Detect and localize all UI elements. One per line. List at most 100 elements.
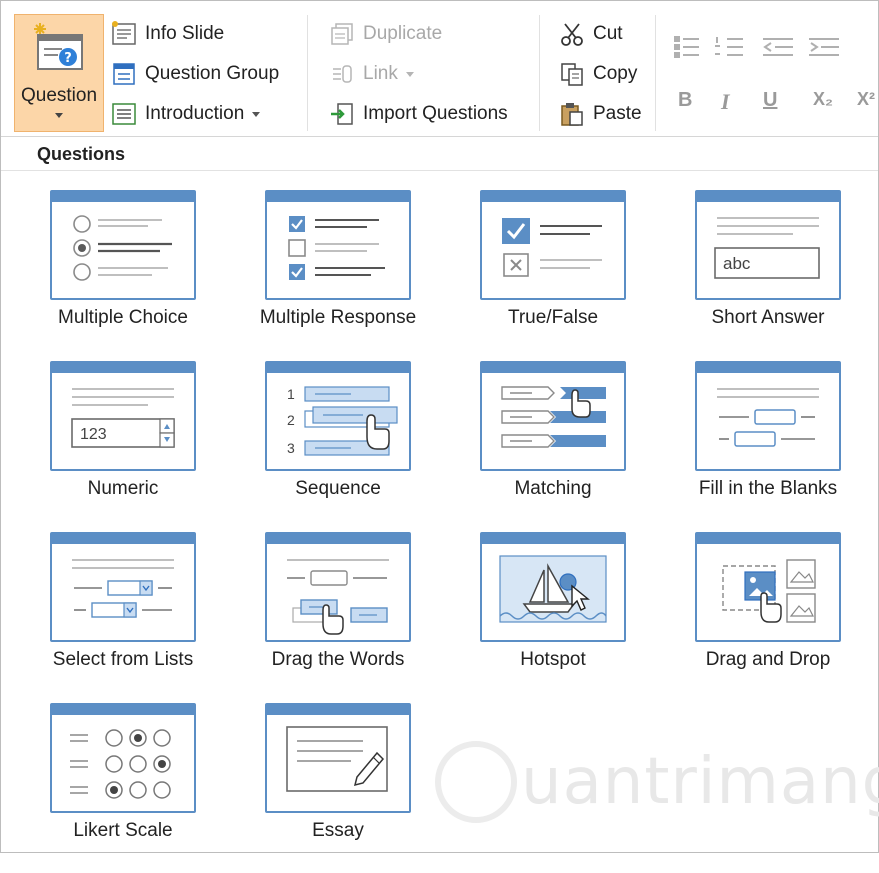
question-type-label: Essay [312, 820, 364, 841]
italic-button[interactable]: I [721, 89, 730, 115]
paste-label: Paste [593, 103, 642, 124]
likert-scale-icon [50, 703, 196, 813]
essay-icon [265, 703, 411, 813]
ribbon-separator [655, 15, 656, 131]
sequence-step: 1 [287, 386, 295, 402]
numeric-icon: 123 [50, 361, 196, 471]
drag-drop-icon [695, 532, 841, 642]
question-type-label: Numeric [87, 478, 159, 499]
question-type-select-from-lists[interactable]: Select from Lists [40, 532, 240, 702]
paste-button[interactable]: Paste [559, 99, 642, 129]
question-type-hotspot[interactable]: Hotspot [470, 532, 670, 702]
superscript-button[interactable]: X² [857, 89, 875, 110]
question-type-label: Likert Scale [73, 820, 173, 841]
ribbon: ? Question Info Slide Question Group Int… [1, 1, 878, 137]
cut-label: Cut [593, 23, 623, 44]
question-type-label: Drag the Words [271, 649, 405, 670]
true-false-icon [480, 190, 626, 300]
paragraph-format-icons [674, 36, 839, 58]
ribbon-separator [539, 15, 540, 131]
question-type-label: Fill in the Blanks [698, 478, 838, 499]
gallery-header: Questions [1, 138, 878, 171]
underline-button[interactable]: U [763, 89, 777, 112]
question-type-label: Sequence [295, 478, 381, 499]
introduction-label: Introduction [145, 103, 245, 124]
increase-indent-icon [809, 38, 839, 56]
multiple-choice-icon [50, 190, 196, 300]
question-group-label: Question Group [145, 63, 280, 84]
question-button-label: Question [20, 85, 98, 106]
hotspot-icon [480, 532, 626, 642]
info-slide-icon [112, 21, 136, 45]
duplicate-label: Duplicate [363, 23, 443, 44]
ribbon-separator [307, 15, 308, 131]
duplicate-icon [331, 23, 353, 45]
drag-words-icon [265, 532, 411, 642]
question-type-label: Multiple Choice [58, 307, 188, 328]
question-type-numeric[interactable]: 123 Numeric [40, 361, 240, 531]
copy-label: Copy [593, 63, 638, 84]
duplicate-button[interactable]: Duplicate [329, 19, 442, 49]
link-icon [333, 65, 352, 83]
question-type-label: Select from Lists [52, 649, 194, 670]
question-button[interactable]: ? Question [14, 14, 104, 132]
short-answer-sample: abc [723, 254, 751, 273]
chevron-down-icon [252, 111, 261, 117]
question-type-label: Drag and Drop [705, 649, 831, 670]
bold-button[interactable]: B [678, 89, 692, 112]
question-slide-icon: ? [34, 23, 83, 70]
cut-button[interactable]: Cut [559, 19, 623, 49]
question-type-sequence[interactable]: 1 2 3 Sequence [255, 361, 455, 531]
watermark: uantrimang [435, 727, 879, 837]
question-type-multiple-choice[interactable]: Multiple Choice [40, 190, 240, 360]
question-type-likert-scale[interactable]: Likert Scale [40, 703, 240, 873]
question-type-label: Matching [514, 478, 592, 499]
info-slide-label: Info Slide [145, 23, 225, 44]
question-group-button[interactable]: Question Group [111, 59, 279, 89]
chevron-down-icon [55, 113, 63, 118]
import-questions-label: Import Questions [363, 103, 508, 124]
svg-text:?: ? [64, 51, 72, 66]
question-type-drag-and-drop[interactable]: Drag and Drop [685, 532, 879, 702]
question-type-drag-the-words[interactable]: Drag the Words [255, 532, 455, 702]
sequence-icon: 1 2 3 [265, 361, 411, 471]
copy-button[interactable]: Copy [559, 59, 637, 89]
numbering-icon [715, 37, 743, 56]
gallery-title: Questions [37, 144, 126, 164]
link-button[interactable]: Link [329, 59, 414, 89]
scissors-icon [561, 23, 583, 46]
sequence-step: 2 [287, 412, 295, 428]
question-type-true-false[interactable]: True/False [470, 190, 670, 360]
question-type-label: Hotspot [520, 649, 586, 670]
question-type-label: True/False [507, 307, 599, 328]
copy-icon [561, 63, 583, 86]
chevron-down-icon [405, 71, 414, 77]
sequence-step: 3 [287, 440, 295, 456]
lightbulb-logo-icon [435, 741, 517, 823]
question-type-fill-in-the-blanks[interactable]: Fill in the Blanks [685, 361, 879, 531]
question-insert-panel: ? Question Info Slide Question Group Int… [0, 0, 879, 853]
question-type-matching[interactable]: Matching [470, 361, 670, 531]
question-type-short-answer[interactable]: abc Short Answer [685, 190, 879, 360]
link-label: Link [363, 63, 398, 84]
import-questions-button[interactable]: Import Questions [329, 99, 508, 129]
subscript-button[interactable]: X₂ [813, 89, 833, 110]
introduction-icon [112, 103, 136, 125]
info-slide-button[interactable]: Info Slide [111, 19, 224, 49]
import-icon [331, 103, 353, 125]
question-type-label: Multiple Response [259, 307, 417, 328]
numeric-sample: 123 [80, 426, 107, 443]
short-answer-icon: abc [695, 190, 841, 300]
paste-icon [561, 103, 583, 126]
decrease-indent-icon [763, 38, 793, 56]
question-type-multiple-response[interactable]: Multiple Response [255, 190, 455, 360]
watermark-text: uantrimang [521, 745, 879, 819]
bullets-icon [674, 36, 699, 58]
question-group-icon [113, 63, 135, 85]
matching-icon [480, 361, 626, 471]
question-type-essay[interactable]: Essay [255, 703, 455, 873]
multiple-response-icon [265, 190, 411, 300]
fill-blanks-icon [695, 361, 841, 471]
select-lists-icon [50, 532, 196, 642]
introduction-button[interactable]: Introduction [111, 99, 261, 129]
